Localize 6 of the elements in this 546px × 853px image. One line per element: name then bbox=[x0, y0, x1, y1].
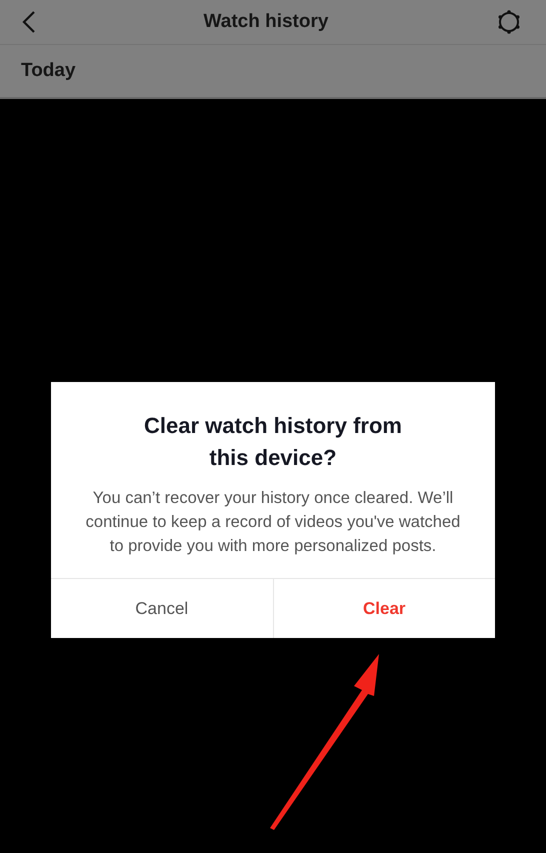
back-icon[interactable] bbox=[22, 10, 36, 34]
screen-title: Watch history bbox=[204, 11, 328, 33]
section-title: Today bbox=[21, 60, 76, 82]
settings-icon[interactable] bbox=[496, 9, 522, 35]
dialog-message: You can’t recover your history once cleared. We’ll continue to keep a record of videos you've watched to provide you with more personalized posts. bbox=[84, 488, 462, 557]
dialog-title: Clear watch history from this device? bbox=[144, 412, 402, 472]
